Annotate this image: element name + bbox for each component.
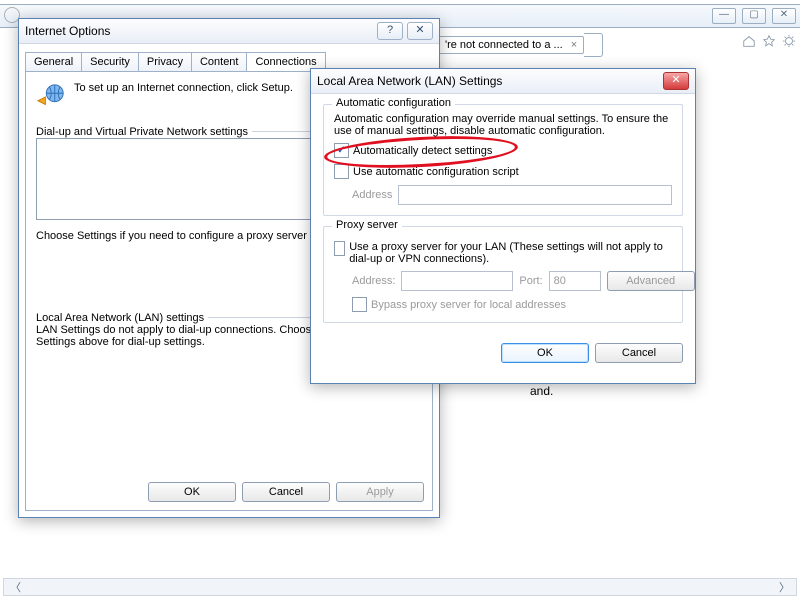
lan-hint: LAN Settings do not apply to dial-up con… — [36, 324, 334, 348]
lan-cancel-button[interactable]: Cancel — [595, 343, 683, 363]
automatic-config-group: Automatic configuration Automatic config… — [323, 104, 683, 216]
auto-detect-label: Automatically detect settings — [353, 145, 492, 157]
tab-security[interactable]: Security — [81, 52, 139, 71]
proxy-group-title: Proxy server — [332, 219, 402, 231]
auto-group-title: Automatic configuration — [332, 97, 455, 109]
browser-tab[interactable]: 're not connected to a ... × — [438, 36, 584, 54]
use-proxy-checkbox[interactable] — [334, 241, 345, 256]
ok-button[interactable]: OK — [148, 482, 236, 502]
browser-tab-strip: 're not connected to a ... × — [438, 34, 603, 56]
favorites-icon[interactable] — [762, 34, 776, 48]
horizontal-scrollbar[interactable]: 〈 〉 — [3, 578, 797, 596]
bypass-local-label: Bypass proxy server for local addresses — [371, 299, 566, 311]
lan-dialog-title: Local Area Network (LAN) Settings — [317, 74, 659, 88]
tab-privacy[interactable]: Privacy — [138, 52, 192, 71]
proxy-port-input: 80 — [549, 271, 601, 291]
lan-ok-button[interactable]: OK — [501, 343, 589, 363]
lan-section-label: Local Area Network (LAN) settings — [36, 312, 208, 324]
new-tab-button[interactable] — [584, 33, 603, 57]
setup-text: To set up an Internet connection, click … — [74, 82, 293, 94]
tab-content[interactable]: Content — [191, 52, 248, 71]
script-address-label: Address — [352, 189, 392, 201]
scroll-left-icon[interactable]: 〈 — [4, 579, 27, 595]
close-button[interactable]: ✕ — [407, 22, 433, 40]
proxy-address-input — [401, 271, 513, 291]
tab-label: 're not connected to a ... — [445, 39, 563, 51]
home-icon[interactable] — [742, 34, 756, 48]
auto-script-label: Use automatic configuration script — [353, 166, 519, 178]
dialup-section-label: Dial-up and Virtual Private Network sett… — [36, 126, 252, 138]
apply-button: Apply — [336, 482, 424, 502]
help-button[interactable]: ? — [377, 22, 403, 40]
scroll-right-icon[interactable]: 〉 — [773, 579, 796, 595]
lan-settings-dialog: Local Area Network (LAN) Settings ✕ Auto… — [310, 68, 696, 384]
page-content-fragment: and. — [530, 384, 553, 398]
auto-script-checkbox[interactable] — [334, 164, 349, 179]
window-minimize-button[interactable]: — — [712, 8, 736, 24]
proxy-advanced-button: Advanced — [607, 271, 695, 291]
use-proxy-label: Use a proxy server for your LAN (These s… — [349, 241, 672, 265]
auto-description: Automatic configuration may override man… — [334, 113, 672, 137]
tab-close-icon[interactable]: × — [567, 39, 577, 51]
window-maximize-button[interactable]: ▢ — [742, 8, 766, 24]
proxy-address-label: Address: — [352, 275, 395, 287]
tools-gear-icon[interactable] — [782, 34, 796, 48]
dialog-title: Internet Options — [25, 24, 373, 38]
script-address-input — [398, 185, 672, 205]
window-close-button[interactable]: ✕ — [772, 8, 796, 24]
globe-setup-icon — [36, 82, 66, 112]
bypass-local-checkbox — [352, 297, 367, 312]
lan-titlebar[interactable]: Local Area Network (LAN) Settings ✕ — [311, 69, 695, 94]
proxy-server-group: Proxy server Use a proxy server for your… — [323, 226, 683, 323]
proxy-port-label: Port: — [519, 275, 542, 287]
browser-tools — [742, 34, 796, 48]
internet-options-titlebar[interactable]: Internet Options ? ✕ — [19, 19, 439, 44]
cancel-button[interactable]: Cancel — [242, 482, 330, 502]
tab-general[interactable]: General — [25, 52, 82, 71]
lan-close-button[interactable]: ✕ — [663, 72, 689, 90]
auto-detect-checkbox[interactable] — [334, 143, 349, 158]
